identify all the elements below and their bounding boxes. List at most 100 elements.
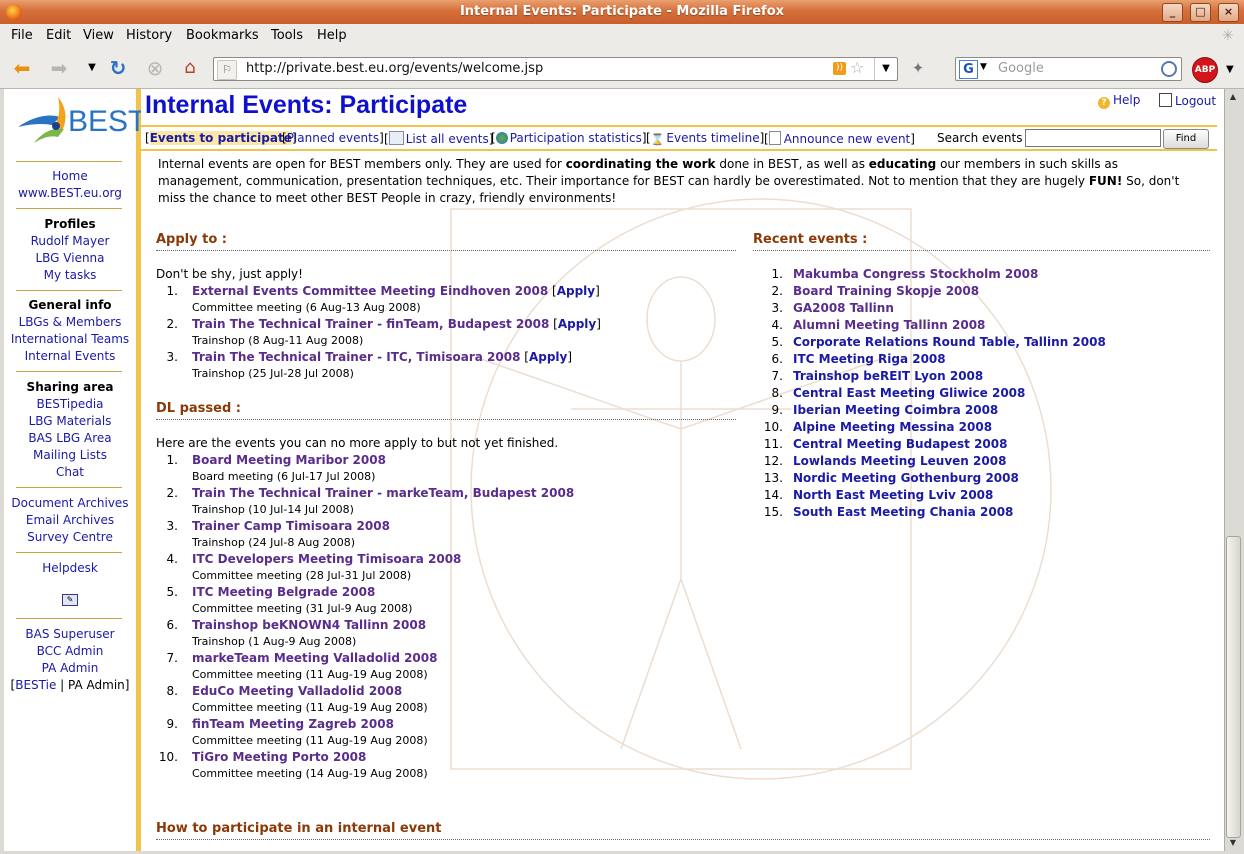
tab-planned-events-label[interactable]: Planned events xyxy=(287,131,379,145)
recent-event-link[interactable]: North East Meeting Lviv 2008 xyxy=(793,488,993,502)
tab-participation-statistics[interactable]: [Participation statistics] xyxy=(491,131,647,145)
sidebar-home[interactable]: Home xyxy=(4,169,136,183)
menu-edit[interactable]: Edit xyxy=(46,28,71,43)
recent-event-link[interactable]: Board Training Skopje 2008 xyxy=(793,284,979,298)
sidebar-profile-lbg[interactable]: LBG Vienna xyxy=(4,251,136,265)
tab-events-to-participate-label[interactable]: Events to participate xyxy=(149,131,292,145)
sidebar-email-archives[interactable]: Email Archives xyxy=(4,513,136,527)
engine-dropdown-icon[interactable]: ▼ xyxy=(980,62,987,72)
recent-event-link[interactable]: Alumni Meeting Tallinn 2008 xyxy=(793,318,985,332)
recent-event-link[interactable]: Trainshop beREIT Lyon 2008 xyxy=(793,369,983,383)
event-link[interactable]: TiGro Meeting Porto 2008 xyxy=(192,750,366,764)
home-icon[interactable]: ⌂ xyxy=(178,56,202,80)
extension-icon[interactable]: ✦ xyxy=(906,56,930,80)
sidebar-internal-events[interactable]: Internal Events xyxy=(4,349,136,363)
adblock-plus-icon[interactable]: ABP xyxy=(1192,57,1218,83)
recent-event-link[interactable]: South East Meeting Chania 2008 xyxy=(793,505,1013,519)
web-search-box[interactable]: G ▼ Google xyxy=(955,57,1182,81)
scroll-up-icon[interactable]: ▲ xyxy=(1225,89,1241,105)
search-icon[interactable] xyxy=(1161,61,1177,77)
recent-event-link[interactable]: Makumba Congress Stockholm 2008 xyxy=(793,267,1038,281)
maximize-button[interactable]: □ xyxy=(1190,3,1211,22)
tab-announce-label[interactable]: Announce new event xyxy=(784,132,911,146)
menu-file[interactable]: File xyxy=(11,28,33,43)
event-link[interactable]: Train The Technical Trainer - finTeam, B… xyxy=(192,317,549,331)
menu-help[interactable]: Help xyxy=(317,28,347,43)
search-placeholder[interactable]: Google xyxy=(998,61,1044,76)
sidebar-mailing-lists[interactable]: Mailing Lists xyxy=(4,448,136,462)
sidebar-bas-superuser[interactable]: BAS Superuser xyxy=(4,627,136,641)
toolbar-overflow-icon[interactable]: ▼ xyxy=(1226,64,1234,75)
url-bar[interactable]: ⚐ http://private.best.eu.org/events/welc… xyxy=(213,57,898,81)
tab-stats-label[interactable]: Participation statistics xyxy=(510,131,642,145)
recent-event-link[interactable]: Central East Meeting Gliwice 2008 xyxy=(793,386,1025,400)
sidebar-bcc-admin[interactable]: BCC Admin xyxy=(4,644,136,658)
event-link[interactable]: Train The Technical Trainer - markeTeam,… xyxy=(192,486,574,500)
event-link[interactable]: Trainer Camp Timisoara 2008 xyxy=(192,519,390,533)
url-dropdown-icon[interactable]: ▼ xyxy=(874,58,897,80)
recent-event-link[interactable]: Nordic Meeting Gothenburg 2008 xyxy=(793,471,1019,485)
menu-bookmarks[interactable]: Bookmarks xyxy=(186,28,259,43)
site-identity-icon[interactable]: ⚐ xyxy=(217,60,237,80)
recent-event-link[interactable]: Alpine Meeting Messina 2008 xyxy=(793,420,992,434)
recent-event-link[interactable]: Corporate Relations Round Table, Tallinn… xyxy=(793,335,1106,349)
sidebar-lbgs-members[interactable]: LBGs & Members xyxy=(4,315,136,329)
apply-button[interactable]: Apply xyxy=(558,317,596,331)
menu-history[interactable]: History xyxy=(126,28,172,43)
history-dropdown-icon[interactable]: ▼ xyxy=(80,56,104,80)
google-engine-icon[interactable]: G xyxy=(959,60,978,79)
stop-icon[interactable]: ⊗ xyxy=(143,56,167,80)
recent-event-link[interactable]: Central Meeting Budapest 2008 xyxy=(793,437,1007,451)
tab-list-all-events[interactable]: [List all events] xyxy=(384,131,493,146)
bookmark-star-icon[interactable]: ☆ xyxy=(850,58,864,77)
sidebar-bas-lbg-area[interactable]: BAS LBG Area xyxy=(4,431,136,445)
menu-tools[interactable]: Tools xyxy=(271,28,303,43)
tab-events-timeline[interactable]: [⌛ Events timeline] xyxy=(646,131,764,146)
scrollbar-thumb[interactable] xyxy=(1226,536,1241,838)
event-link[interactable]: markeTeam Meeting Valladolid 2008 xyxy=(192,651,437,665)
best-logo[interactable]: BEST xyxy=(12,93,146,153)
logout-label[interactable]: Logout xyxy=(1175,94,1216,108)
minimize-button[interactable]: _ xyxy=(1162,3,1183,22)
forward-icon[interactable]: ➡ xyxy=(47,56,71,80)
event-link[interactable]: Train The Technical Trainer - ITC, Timis… xyxy=(192,350,520,364)
sidebar-bestipedia[interactable]: BESTipedia xyxy=(4,397,136,411)
recent-event-link[interactable]: ITC Meeting Riga 2008 xyxy=(793,352,946,366)
search-events-input[interactable] xyxy=(1025,129,1161,147)
help-link[interactable]: ? Help xyxy=(1098,93,1140,109)
event-link[interactable]: ITC Meeting Belgrade 2008 xyxy=(192,585,375,599)
event-link[interactable]: Board Meeting Maribor 2008 xyxy=(192,453,386,467)
sidebar-document-archives[interactable]: Document Archives xyxy=(4,496,136,510)
sidebar-lbg-materials[interactable]: LBG Materials xyxy=(4,414,136,428)
rss-feed-icon[interactable]: )) xyxy=(833,62,846,75)
tab-planned-events[interactable]: [Planned events] xyxy=(282,131,384,145)
sidebar-pa-admin[interactable]: PA Admin xyxy=(4,661,136,675)
scroll-down-icon[interactable]: ▼ xyxy=(1225,835,1241,851)
tab-events-to-participate[interactable]: [Events to participate] xyxy=(145,131,297,145)
sidebar-my-tasks[interactable]: My tasks xyxy=(4,268,136,282)
recent-event-link[interactable]: Iberian Meeting Coimbra 2008 xyxy=(793,403,998,417)
tab-list-all-label[interactable]: List all events xyxy=(406,132,489,146)
event-link[interactable]: External Events Committee Meeting Eindho… xyxy=(192,284,548,298)
sidebar-chat[interactable]: Chat xyxy=(4,465,136,479)
sidebar-international-teams[interactable]: International Teams xyxy=(4,332,136,346)
find-button[interactable]: Find xyxy=(1163,129,1209,149)
vertical-scrollbar[interactable]: ▲ ▼ xyxy=(1224,89,1241,851)
tab-timeline-label[interactable]: Events timeline xyxy=(666,131,759,145)
apply-button[interactable]: Apply xyxy=(529,350,567,364)
edit-page-icon[interactable]: ✎ xyxy=(62,594,78,606)
url-text[interactable]: http://private.best.eu.org/events/welcom… xyxy=(246,61,543,76)
close-window-button[interactable]: × xyxy=(1218,3,1239,22)
event-link[interactable]: ITC Developers Meeting Timisoara 2008 xyxy=(192,552,461,566)
recent-event-link[interactable]: GA2008 Tallinn xyxy=(793,301,894,315)
sidebar-best-website[interactable]: www.BEST.eu.org xyxy=(4,186,136,200)
back-icon[interactable]: ⬅ xyxy=(10,56,34,80)
sidebar-survey-centre[interactable]: Survey Centre xyxy=(4,530,136,544)
sidebar-helpdesk[interactable]: Helpdesk xyxy=(4,561,136,575)
event-link[interactable]: EduCo Meeting Valladolid 2008 xyxy=(192,684,402,698)
menu-view[interactable]: View xyxy=(83,28,114,43)
sidebar-profile-user[interactable]: Rudolf Mayer xyxy=(4,234,136,248)
apply-button[interactable]: Apply xyxy=(557,284,595,298)
recent-event-link[interactable]: Lowlands Meeting Leuven 2008 xyxy=(793,454,1006,468)
logout-link[interactable]: Logout xyxy=(1159,93,1216,108)
